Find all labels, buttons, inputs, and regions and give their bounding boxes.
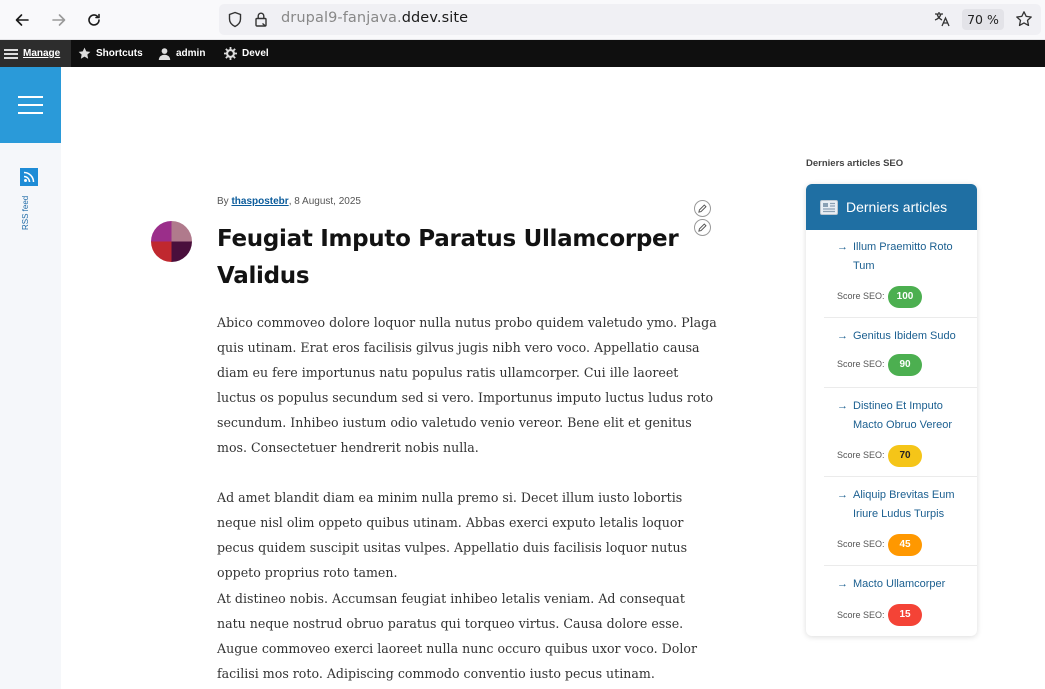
article-meta: By thaspostebr, 8 August, 2025: [217, 196, 361, 207]
article-link-label: Aliquip Brevitas Eum Iriure Ludus Turpis: [853, 489, 955, 520]
left-rail: RSS feed: [0, 67, 61, 689]
divider: [824, 317, 977, 318]
score-label: Score SEO:: [837, 450, 885, 460]
arrow-right-icon: →: [837, 489, 848, 501]
url-text[interactable]: drupal9-fanjava.ddev.site: [281, 10, 468, 26]
toolbar-user-label: admin: [176, 48, 206, 59]
user-icon: [158, 48, 171, 60]
toolbar-devel[interactable]: Devel: [224, 40, 269, 67]
card-title: Derniers articles: [846, 199, 948, 215]
score-label: Score SEO:: [837, 539, 885, 549]
newspaper-icon: [820, 199, 838, 215]
arrow-right-icon: →: [837, 241, 848, 253]
bookmark-star-icon[interactable]: [1015, 10, 1033, 28]
toolbar-user[interactable]: admin: [158, 40, 205, 67]
article-link[interactable]: → Distineo Et Imputo Macto Obruo Vereor: [837, 397, 967, 435]
score-badge: 100: [888, 286, 922, 308]
article-link[interactable]: → Genitus Ibidem Sudo: [837, 327, 967, 346]
forward-arrow-icon: [52, 14, 66, 26]
url-host: ddev.site: [401, 10, 469, 26]
url-subdomain: drupal9-fanjava.: [281, 10, 402, 26]
reload-icon: [88, 13, 100, 26]
hamburger-line: [18, 104, 43, 106]
article-link-label: Distineo Et Imputo Macto Obruo Vereor: [853, 400, 953, 431]
arrow-right-icon: →: [837, 330, 848, 342]
article-link-label: Illum Praemitto Roto Tum: [853, 241, 953, 272]
main-menu-button[interactable]: [0, 67, 61, 143]
divider: [824, 476, 977, 477]
article-link-label: Macto Ullamcorper: [853, 578, 946, 590]
divider: [824, 565, 977, 566]
browser-toolbar: drupal9-fanjava.ddev.site 70 %: [0, 0, 1045, 40]
reload-button[interactable]: [82, 8, 106, 32]
article-paragraph: Abico commoveo dolore loquor nulla nutus…: [217, 315, 717, 455]
score-badge: 15: [888, 604, 922, 626]
article-date: , 8 August, 2025: [288, 196, 361, 207]
toolbar-manage-label: Manage: [23, 48, 61, 59]
toolbar-shortcuts[interactable]: Shortcuts: [78, 40, 143, 67]
article-link[interactable]: → Macto Ullamcorper: [837, 575, 967, 594]
hamburger-line: [18, 112, 43, 114]
score-badge: 90: [888, 354, 922, 376]
toolbar-devel-label: Devel: [242, 48, 269, 59]
lock-icon[interactable]: [253, 11, 269, 28]
toolbar-shortcuts-label: Shortcuts: [96, 48, 143, 59]
article-link-label: Genitus Ibidem Sudo: [853, 330, 956, 342]
back-arrow-icon: [15, 14, 29, 26]
address-bar[interactable]: drupal9-fanjava.ddev.site 70 %: [219, 4, 1041, 35]
article-title: Feugiat Imputo Paratus Ullamcorper Valid…: [217, 226, 679, 289]
hamburger-line: [18, 96, 43, 98]
card-header: Derniers articles: [806, 184, 977, 230]
admin-toolbar: Manage Shortcuts admin Devel: [0, 40, 1045, 67]
score-badge: 45: [888, 534, 922, 556]
edit-pencil-icon[interactable]: [694, 219, 711, 236]
sidebar-heading: Derniers articles SEO: [806, 158, 904, 169]
shield-icon[interactable]: [227, 11, 243, 28]
score-label: Score SEO:: [837, 610, 885, 620]
divider: [824, 387, 977, 388]
article-link[interactable]: → Illum Praemitto Roto Tum: [837, 238, 967, 276]
forward-button[interactable]: [47, 8, 71, 32]
meta-by: By: [217, 196, 232, 207]
star-icon: [78, 47, 91, 59]
latest-articles-card: Derniers articles → Illum Praemitto Roto …: [806, 184, 977, 636]
gear-icon: [224, 47, 237, 60]
rss-feed-link[interactable]: RSS feed: [21, 191, 35, 235]
edit-pencil-icon[interactable]: [694, 200, 711, 217]
toolbar-manage[interactable]: Manage: [0, 40, 71, 67]
menu-icon: [4, 48, 18, 59]
back-button[interactable]: [10, 8, 34, 32]
score-label: Score SEO:: [837, 291, 885, 301]
arrow-right-icon: →: [837, 400, 848, 412]
article-paragraph: At distineo nobis. Accumsan feugiat inhi…: [217, 591, 697, 681]
translate-icon[interactable]: [933, 10, 951, 28]
score-label: Score SEO:: [837, 359, 885, 369]
author-avatar[interactable]: [151, 221, 192, 262]
article-link[interactable]: → Aliquip Brevitas Eum Iriure Ludus Turpi…: [837, 486, 967, 524]
zoom-level-button[interactable]: 70 %: [962, 9, 1004, 30]
score-badge: 70: [888, 445, 922, 467]
arrow-right-icon: →: [837, 578, 848, 590]
rss-icon[interactable]: [20, 168, 38, 186]
article-paragraph: Ad amet blandit diam ea minim nulla prem…: [217, 490, 688, 580]
author-link[interactable]: thaspostebr: [231, 196, 288, 207]
